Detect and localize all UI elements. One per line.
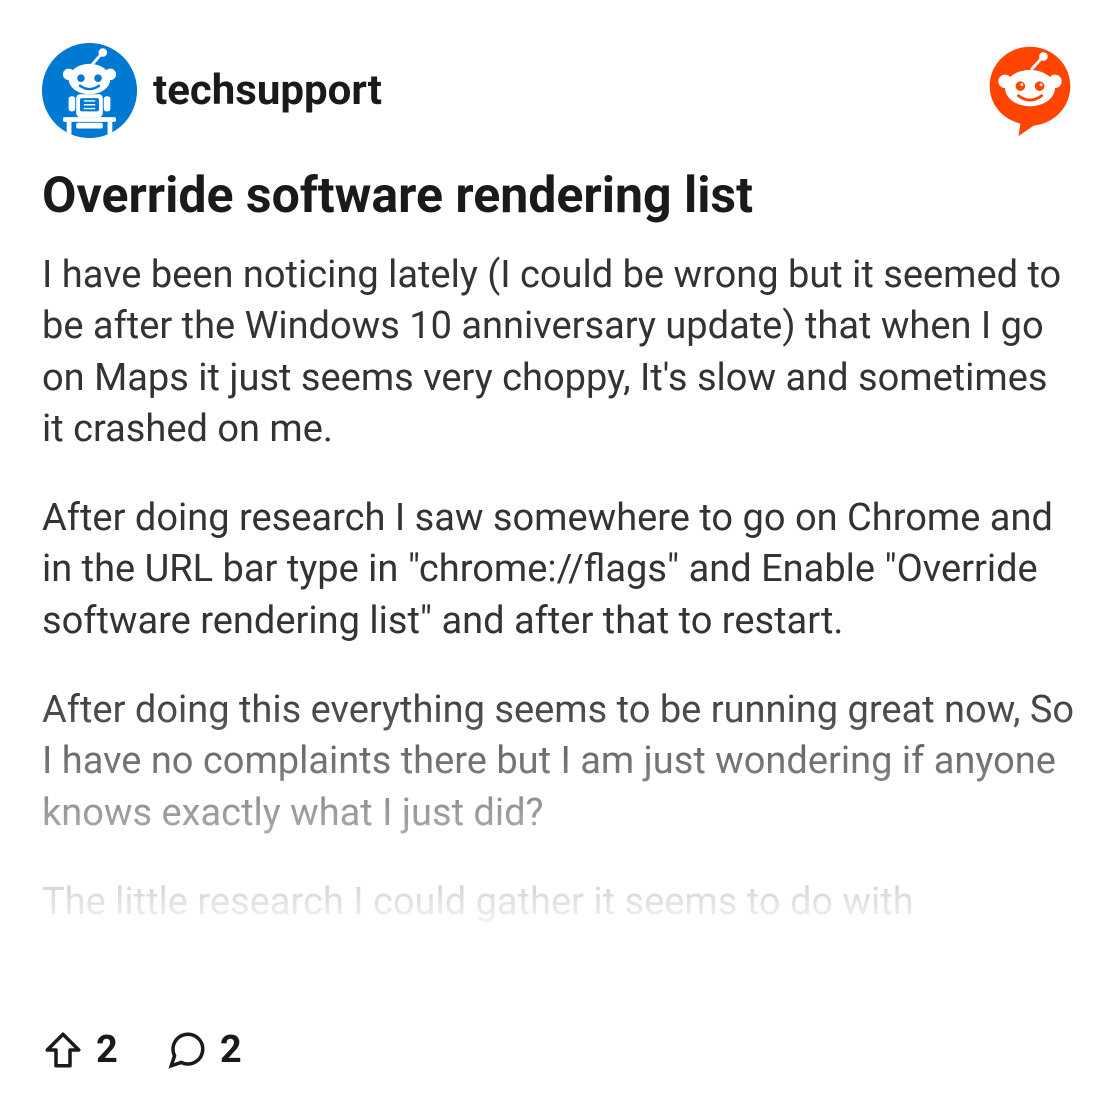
post-paragraph: I have been noticing lately (I could be …	[42, 250, 1078, 455]
post-body: I have been noticing lately (I could be …	[42, 250, 1078, 1002]
upvote-icon	[42, 1029, 84, 1071]
upvote-section[interactable]: 2	[42, 1028, 118, 1072]
upvote-count: 2	[96, 1028, 118, 1072]
post-header: techsupport	[42, 42, 1078, 138]
header-left: techsupport	[42, 43, 382, 138]
subreddit-avatar[interactable]	[42, 43, 137, 138]
post-title: Override software rendering list	[42, 166, 1078, 226]
subreddit-name[interactable]: techsupport	[153, 66, 382, 115]
post-footer: 2 2	[42, 1002, 1078, 1120]
post-container: techsupport Override	[0, 0, 1120, 1120]
comment-icon	[166, 1029, 208, 1071]
post-paragraph: After doing research I saw somewhere to …	[42, 493, 1078, 647]
comment-section[interactable]: 2	[166, 1028, 242, 1072]
post-paragraph: The little research I could gather it se…	[42, 877, 1078, 928]
reddit-logo-icon[interactable]	[982, 42, 1078, 138]
post-paragraph: After doing this everything seems to be …	[42, 685, 1078, 839]
comment-count: 2	[220, 1028, 242, 1072]
